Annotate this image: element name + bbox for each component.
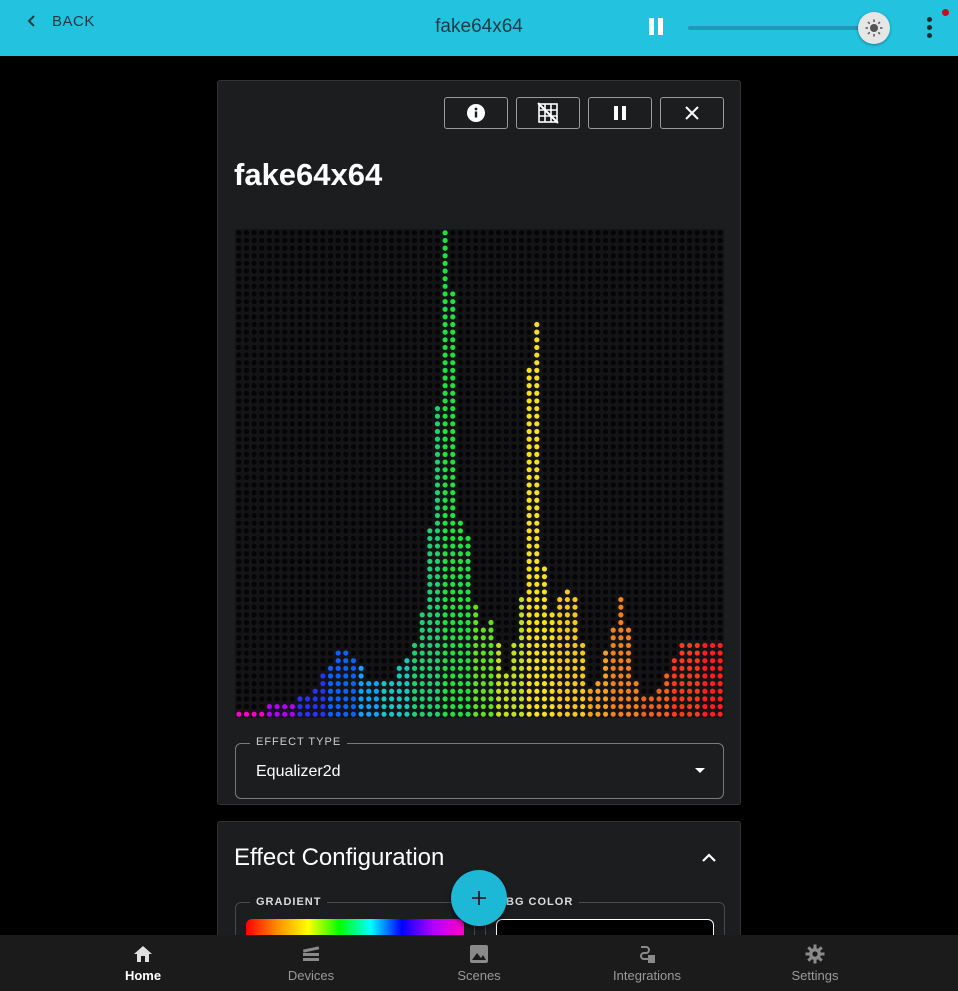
devices-icon [302,946,320,961]
gradient-label: GRADIENT [250,896,328,908]
bg-color-label: BG COLOR [500,896,580,908]
plus-icon [472,891,486,905]
nav-label-devices: Devices [287,968,335,983]
nav-item-devices[interactable]: Devices [251,935,371,991]
brightness-icon [865,19,883,37]
grid-off-icon [537,102,559,124]
brightness-slider[interactable] [688,26,874,30]
nav-item-scenes[interactable]: Scenes [419,935,539,991]
collapse-button[interactable] [702,850,722,866]
nav-label-settings: Settings [791,968,839,983]
integrations-icon [640,946,655,963]
scenes-icon [470,945,488,963]
nav-item-integrations[interactable]: Integrations [587,935,707,991]
notification-dot [942,9,949,16]
add-button[interactable] [451,870,507,926]
info-icon [467,104,485,122]
device-title: fake64x64 [234,157,383,192]
pause-device-button[interactable] [588,97,652,129]
nav-label-scenes: Scenes [457,968,501,983]
app-bar: BACK fake64x64 [0,0,958,56]
clear-effect-button[interactable] [660,97,724,129]
nav-item-home[interactable]: Home [83,935,203,991]
pause-icon [649,18,654,35]
nav-item-settings[interactable]: Settings [755,935,875,991]
matrix-view-button[interactable] [516,97,580,129]
pause-icon [614,106,626,120]
gear-icon [805,944,825,964]
led-matrix-preview [235,229,724,718]
nav-label-home: Home [124,968,162,983]
effect-type-value: Equalizer2d [256,763,341,780]
led-matrix-svg [236,230,723,717]
dropdown-arrow-icon [695,768,705,773]
effect-type-label: EFFECT TYPE [250,736,348,748]
more-menu-button[interactable] [924,14,936,42]
effect-config-title: Effect Configuration [234,844,445,871]
nav-label-integrations: Integrations [613,968,681,983]
home-icon [134,946,152,962]
close-icon [685,106,699,120]
brightness-slider-fill [688,26,860,30]
brightness-slider-thumb[interactable] [858,12,890,44]
info-button[interactable] [444,97,508,129]
device-card: fake64x64 EFFECT TYPE Equalizer2d [217,80,741,805]
effect-type-select[interactable]: EFFECT TYPE Equalizer2d [235,736,724,799]
bottom-nav: Home Devices Scenes Integrations Setting… [0,935,958,991]
chevron-up-icon [702,853,716,862]
more-vert-icon [927,17,932,22]
pause-all-button[interactable] [646,16,666,38]
